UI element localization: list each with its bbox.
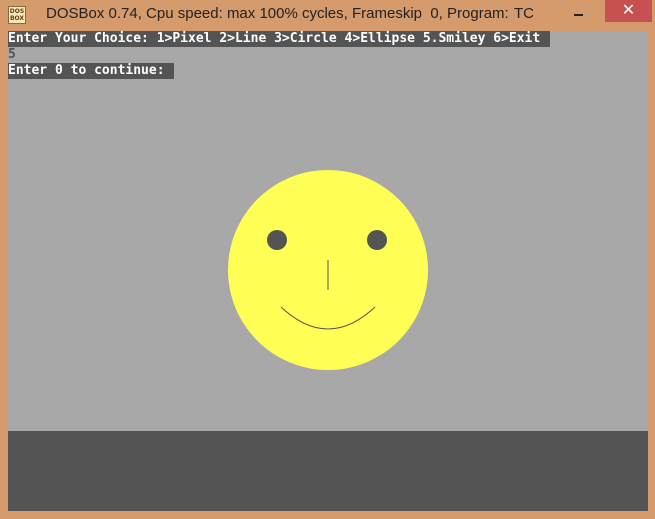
minimize-icon: [574, 14, 583, 16]
close-button[interactable]: ✕: [605, 0, 652, 22]
smiley-right-eye: [367, 230, 387, 250]
dosbox-window: DOS BOX DOSBox 0.74, Cpu speed: max 100%…: [0, 0, 655, 519]
title-bar[interactable]: DOS BOX DOSBox 0.74, Cpu speed: max 100%…: [0, 0, 655, 31]
icon-label-top: DOS: [9, 8, 25, 15]
close-icon: ✕: [621, 2, 636, 19]
dosbox-icon[interactable]: DOS BOX: [8, 6, 26, 24]
window-title: DOSBox 0.74, Cpu speed: max 100% cycles,…: [46, 5, 509, 22]
dos-screen[interactable]: Enter Your Choice: 1>Pixel 2>Line 3>Circ…: [8, 31, 648, 511]
smiley-left-eye: [267, 230, 287, 250]
smiley-drawing: [228, 170, 428, 370]
program-name: TC: [514, 5, 534, 22]
icon-label-bottom: BOX: [9, 15, 25, 22]
minimize-button[interactable]: [566, 0, 592, 22]
